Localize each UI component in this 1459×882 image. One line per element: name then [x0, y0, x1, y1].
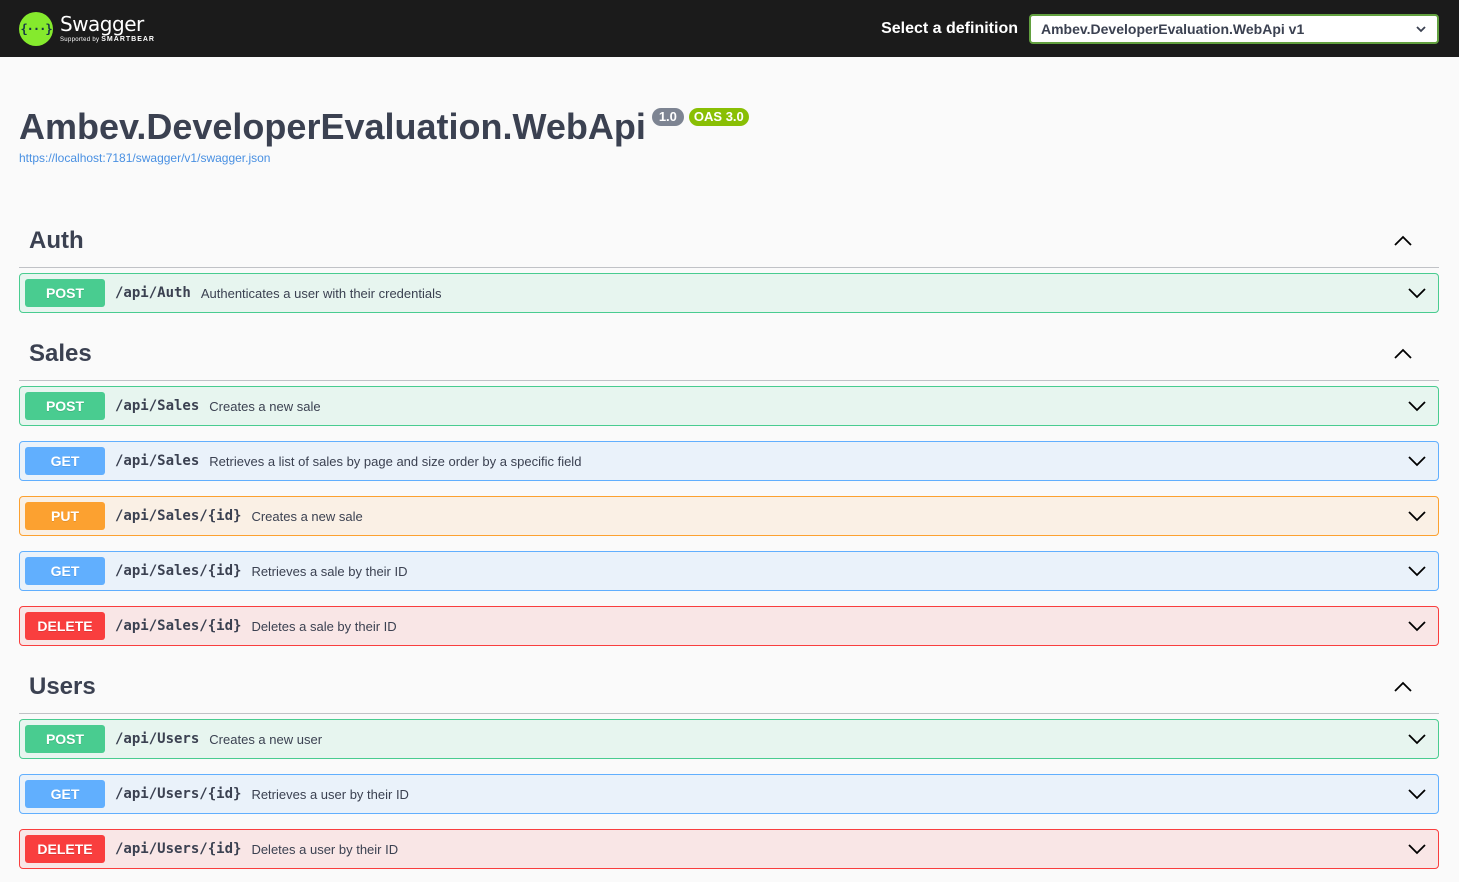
operation-summary: Creates a new user	[209, 731, 323, 747]
api-info: Ambev.DeveloperEvaluation.WebApi 1.0 OAS…	[0, 57, 1459, 165]
method-badge: GET	[25, 780, 105, 808]
chevron-down-icon[interactable]	[1407, 506, 1427, 526]
chevron-down-icon[interactable]	[1407, 729, 1427, 749]
tag-section-auth: Auth POST/api/Auth Authenticates a user wi…	[19, 215, 1439, 313]
method-badge: POST	[25, 725, 105, 753]
definition-select[interactable]: Ambev.DeveloperEvaluation.WebApi v1	[1029, 13, 1439, 44]
swagger-logo-icon: {···}	[19, 11, 53, 46]
operation-summary: Deletes a user by their ID	[251, 841, 399, 857]
operation-path: /api/Sales/{id}	[115, 618, 242, 634]
chevron-down-icon[interactable]	[1407, 451, 1427, 471]
logo-sub: Supported by SMARTBEAR	[60, 36, 155, 44]
tag-section-users: Users POST/api/Users Creates a new user GET…	[19, 661, 1439, 869]
operation-row[interactable]: DELETE/api/Sales/{id} Deletes a sale by t…	[19, 606, 1439, 646]
method-badge: DELETE	[25, 612, 105, 640]
swagger-json-link[interactable]: https://localhost:7181/swagger/v1/swagge…	[19, 151, 1440, 165]
oas-badge: OAS 3.0	[688, 108, 749, 126]
logo-text: Swagger Supported by SMARTBEAR	[60, 14, 155, 44]
method-badge: POST	[25, 392, 105, 420]
operation-path: /api/Users/{id}	[115, 841, 242, 857]
operation-row[interactable]: GET/api/Users/{id} Retrieves a user by th…	[19, 774, 1439, 814]
operation-path: /api/Sales	[115, 453, 200, 469]
operation-row[interactable]: POST/api/Auth Authenticates a user with t…	[19, 273, 1439, 313]
operations-list: Auth POST/api/Auth Authenticates a user wi…	[0, 165, 1459, 869]
chevron-up-icon[interactable]	[1393, 677, 1413, 697]
method-badge: GET	[25, 447, 105, 475]
chevron-up-icon[interactable]	[1393, 231, 1413, 251]
operation-summary: Creates a new sale	[251, 508, 363, 524]
chevron-down-icon[interactable]	[1407, 283, 1427, 303]
operation-row[interactable]: GET/api/Sales Retrieves a list of sales b…	[19, 441, 1439, 481]
operation-path: /api/Users	[115, 731, 200, 747]
operation-summary: Retrieves a user by their ID	[251, 786, 409, 802]
operation-summary: Retrieves a list of sales by page and si…	[209, 453, 582, 469]
operation-row[interactable]: DELETE/api/Users/{id} Deletes a user by t…	[19, 829, 1439, 869]
chevron-down-icon[interactable]	[1407, 616, 1427, 636]
operation-row[interactable]: POST/api/Users Creates a new user	[19, 719, 1439, 759]
method-badge: GET	[25, 557, 105, 585]
definition-select-value: Ambev.DeveloperEvaluation.WebApi v1	[1041, 20, 1305, 37]
chevron-down-icon[interactable]	[1407, 784, 1427, 804]
page-title: Ambev.DeveloperEvaluation.WebApi	[19, 106, 646, 147]
chevron-down-icon[interactable]	[1407, 396, 1427, 416]
operation-path: /api/Sales/{id}	[115, 508, 242, 524]
chevron-down-icon	[1416, 25, 1426, 32]
operation-row[interactable]: PUT/api/Sales/{id} Creates a new sale	[19, 496, 1439, 536]
chevron-down-icon[interactable]	[1407, 839, 1427, 859]
logo-sub-prefix: Supported by	[60, 36, 100, 43]
operation-row[interactable]: GET/api/Sales/{id} Retrieves a sale by th…	[19, 551, 1439, 591]
operation-summary: Creates a new sale	[209, 398, 321, 414]
operation-summary: Retrieves a sale by their ID	[251, 563, 408, 579]
tag-header[interactable]: Auth	[19, 215, 1439, 268]
operation-path: /api/Users/{id}	[115, 786, 242, 802]
tag-section-sales: Sales POST/api/Sales Creates a new sale GET…	[19, 328, 1439, 646]
operation-summary: Deletes a sale by their ID	[251, 618, 397, 634]
method-badge: PUT	[25, 502, 105, 530]
tag-name: Sales	[29, 340, 92, 367]
method-badge: DELETE	[25, 835, 105, 863]
tag-name: Auth	[29, 227, 84, 254]
version-badge: 1.0	[651, 108, 684, 126]
operation-path: /api/Auth	[115, 285, 191, 301]
operation-summary: Authenticates a user with their credenti…	[200, 285, 442, 301]
tag-header[interactable]: Users	[19, 661, 1439, 714]
tag-name: Users	[29, 673, 96, 700]
topbar: {···} Swagger Supported by SMARTBEAR Sel…	[0, 0, 1459, 57]
chevron-down-icon[interactable]	[1407, 561, 1427, 581]
chevron-up-icon[interactable]	[1393, 344, 1413, 364]
logo-name: Swagger	[60, 11, 144, 36]
operation-row[interactable]: POST/api/Sales Creates a new sale	[19, 386, 1439, 426]
select-definition-label: Select a definition	[881, 19, 1018, 37]
logo-sub-brand: SMARTBEAR	[101, 35, 155, 43]
operation-path: /api/Sales/{id}	[115, 563, 242, 579]
operation-path: /api/Sales	[115, 398, 200, 414]
swagger-logo[interactable]: {···} Swagger Supported by SMARTBEAR	[19, 11, 155, 46]
tag-header[interactable]: Sales	[19, 328, 1439, 381]
method-badge: POST	[25, 279, 105, 307]
